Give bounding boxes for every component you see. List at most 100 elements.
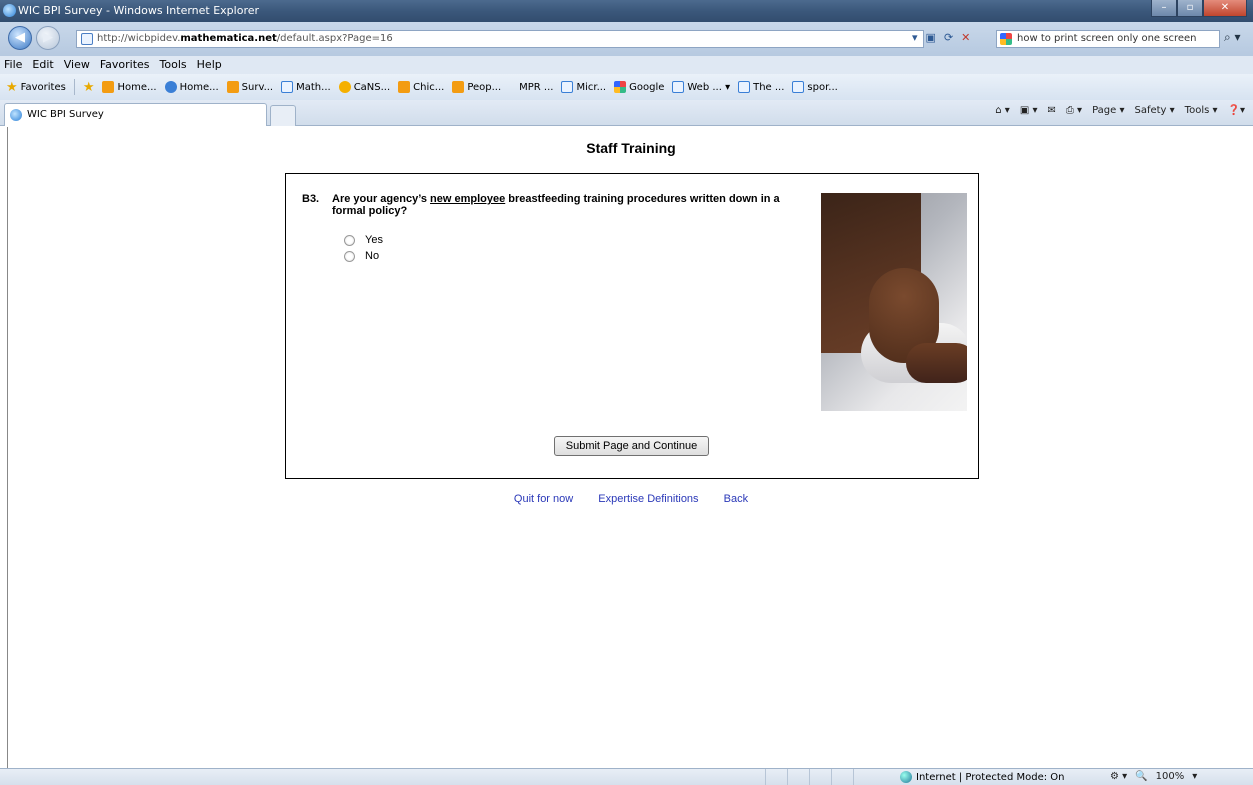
survey-question-box: B3. Are your agency’s new employee breas…	[285, 173, 979, 479]
favorite-link[interactable]: The ...	[738, 81, 784, 93]
compatibility-icon[interactable]: ▣	[926, 31, 936, 44]
favorite-label: spor...	[807, 81, 838, 93]
favorites-bar: ★ Favorites ★ Home... Home... Surv... Ma…	[0, 74, 1253, 100]
maximize-button[interactable]: ▫	[1177, 0, 1203, 17]
favorite-label: Peop...	[467, 81, 502, 93]
option-no-label: No	[365, 250, 380, 262]
mail-icon[interactable]: ✉	[1047, 105, 1055, 116]
dropdown-icon[interactable]: ▾	[912, 31, 918, 44]
help-icon[interactable]: ❓▾	[1228, 105, 1245, 116]
favorite-link[interactable]: Peop...	[452, 81, 501, 93]
submit-continue-button[interactable]: Submit Page and Continue	[554, 436, 709, 456]
favorite-link[interactable]: CaNS...	[338, 81, 390, 93]
quit-link[interactable]: Quit for now	[514, 493, 573, 505]
radio-no[interactable]	[344, 250, 355, 262]
forward-button[interactable]: ▶	[36, 26, 60, 50]
google-icon	[1000, 33, 1012, 45]
favorite-link[interactable]: Google	[614, 81, 664, 93]
menu-edit[interactable]: Edit	[32, 56, 53, 74]
back-button[interactable]: ◀	[8, 26, 32, 50]
stop-icon[interactable]: ✕	[961, 31, 970, 44]
ie-page-icon	[672, 81, 685, 93]
zoom-dropdown-icon[interactable]: ▾	[1192, 771, 1197, 782]
window-title-bar: WIC BPI Survey - Windows Internet Explor…	[0, 0, 1253, 22]
search-input[interactable]: how to print screen only one screen	[996, 30, 1220, 48]
ie-page-icon	[792, 81, 805, 93]
add-favorite-icon[interactable]: ★	[83, 80, 95, 95]
print-icon[interactable]: ⎙ ▾	[1066, 105, 1082, 116]
page-content: Staff Training B3. Are your agency’s new…	[7, 127, 1253, 768]
status-cell	[831, 769, 853, 785]
favorites-label: Favorites	[20, 81, 66, 93]
tab-wic-bpi-survey[interactable]: WIC BPI Survey	[4, 103, 267, 126]
globe-icon	[164, 81, 177, 93]
page-title: Staff Training	[586, 140, 676, 156]
menu-view[interactable]: View	[64, 56, 90, 74]
favorites-button[interactable]: ★ Favorites	[6, 80, 66, 95]
footer-links: Quit for now Expertise Definitions Back	[8, 493, 1253, 505]
expertise-definitions-link[interactable]: Expertise Definitions	[598, 493, 698, 505]
command-bar: ⌂ ▾ ▣ ▾ ✉ ⎙ ▾ Page ▾ Safety ▾ Tools ▾ ❓▾	[995, 105, 1245, 116]
page-menu[interactable]: Page ▾	[1092, 105, 1124, 116]
zoom-level: 100%	[1155, 771, 1185, 782]
favorite-link[interactable]: Home...	[102, 81, 157, 93]
address-field[interactable]: http://wicbpidev.mathematica.net/default…	[76, 30, 924, 48]
favorite-label: MPR ...	[519, 81, 554, 93]
favorite-link[interactable]: Math...	[281, 81, 331, 93]
favorite-label: Chic...	[413, 81, 445, 93]
menu-favorites[interactable]: Favorites	[100, 56, 150, 74]
favorite-label: Google	[629, 81, 665, 93]
close-button[interactable]: ✕	[1203, 0, 1247, 17]
search-icon[interactable]: ⌕ ▾	[1224, 30, 1241, 45]
favorite-link[interactable]: Web ... ▾	[672, 81, 730, 93]
favorite-link[interactable]: MPR ...	[519, 82, 553, 93]
tab-bar: WIC BPI Survey ⌂ ▾ ▣ ▾ ✉ ⎙ ▾ Page ▾ Safe…	[0, 100, 1253, 126]
menu-help[interactable]: Help	[197, 56, 222, 74]
favorite-label: Math...	[296, 81, 331, 93]
tools-menu[interactable]: Tools ▾	[1185, 105, 1218, 116]
status-cells	[765, 769, 875, 785]
radio-yes[interactable]	[344, 234, 355, 246]
folder-icon	[102, 81, 115, 93]
favorite-label: Web ... ▾	[687, 81, 731, 93]
status-bar: Internet | Protected Mode: On ⚙ ▾ 🔍 100%…	[0, 768, 1253, 785]
option-no[interactable]: No	[344, 250, 379, 262]
favorite-link[interactable]: Surv...	[226, 81, 274, 93]
question-text-part: Are your agency’s	[332, 193, 431, 205]
settings-icon[interactable]: ⚙ ▾	[1110, 771, 1127, 782]
google-icon	[614, 81, 627, 93]
url-suffix: /default.aspx?Page=16	[276, 33, 393, 44]
zoom-icon: 🔍	[1135, 771, 1148, 782]
favorite-label: The ...	[753, 81, 785, 93]
refresh-icon[interactable]: ⟳	[944, 31, 953, 44]
favorite-link[interactable]: spor...	[792, 81, 838, 93]
safety-menu[interactable]: Safety ▾	[1134, 105, 1174, 116]
window-controls: – ▫ ✕	[1151, 0, 1247, 18]
url-domain: mathematica.net	[180, 33, 277, 44]
star-icon: ★	[6, 79, 18, 95]
home-icon[interactable]: ⌂ ▾	[995, 105, 1010, 116]
question-text: Are your agency’s new employee breastfee…	[332, 193, 802, 217]
new-tab-button[interactable]	[270, 105, 296, 126]
ie-logo-icon	[3, 4, 16, 17]
search-value: how to print screen only one screen	[1017, 33, 1197, 44]
url-prefix: http://wicbpidev.	[97, 33, 181, 44]
favorite-label: Surv...	[241, 81, 274, 93]
favorite-label: Home...	[179, 81, 219, 93]
menu-file[interactable]: File	[4, 56, 22, 74]
back-link[interactable]: Back	[724, 493, 748, 505]
minimize-button[interactable]: –	[1151, 0, 1177, 17]
favorite-link[interactable]: Micr...	[561, 81, 606, 93]
option-yes[interactable]: Yes	[344, 234, 383, 246]
status-cell	[787, 769, 809, 785]
zone-label: Internet | Protected Mode: On	[916, 771, 1065, 783]
zoom-control[interactable]: ⚙ ▾ 🔍 100% ▾	[1110, 771, 1197, 782]
favorite-link[interactable]: Chic...	[398, 81, 444, 93]
menu-tools[interactable]: Tools	[160, 56, 187, 74]
folder-icon	[398, 81, 411, 93]
security-zone[interactable]: Internet | Protected Mode: On	[900, 771, 1064, 783]
menu-bar: File Edit View Favorites Tools Help	[0, 56, 1253, 74]
favorite-link[interactable]: Home...	[164, 81, 219, 93]
folder-icon	[452, 81, 465, 93]
feeds-icon[interactable]: ▣ ▾	[1020, 105, 1038, 116]
